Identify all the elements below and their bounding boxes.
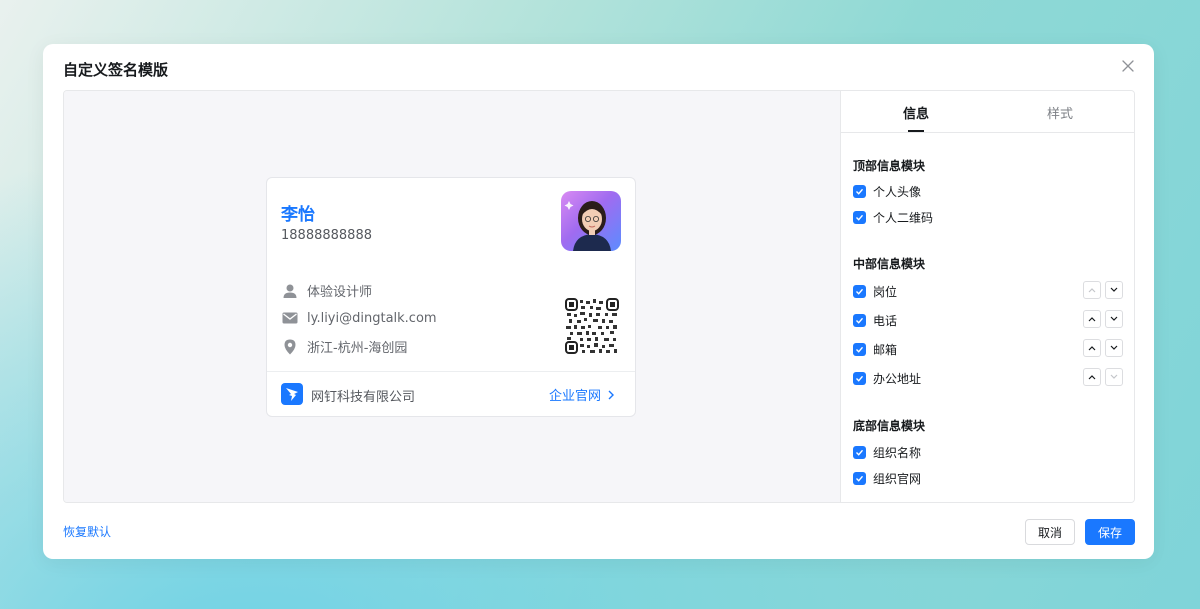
person-icon <box>283 284 297 298</box>
option-phone[interactable]: 电话 <box>853 312 897 329</box>
dialog-title: 自定义签名模版 <box>63 61 169 79</box>
signature-card: 李怡 18888888888 体验设计师 ly.liyi@dingtalk.co… <box>266 177 636 417</box>
card-position: 体验设计师 <box>307 285 373 300</box>
section-title-bottom: 底部信息模块 <box>853 419 926 433</box>
checkbox-email[interactable] <box>853 343 866 356</box>
option-label: 岗位 <box>873 285 898 299</box>
signature-template-dialog: 自定义签名模版 李怡 18888888888 体验设计师 ly.liyi@din… <box>43 44 1154 559</box>
move-down-button[interactable] <box>1105 310 1123 328</box>
mail-icon <box>282 312 298 324</box>
option-qrcode[interactable]: 个人二维码 <box>853 209 933 226</box>
move-down-button[interactable] <box>1105 281 1123 299</box>
reorder-address <box>1079 368 1123 386</box>
checkbox-org-website[interactable] <box>853 472 866 485</box>
option-label: 组织官网 <box>873 472 922 486</box>
qr-code-icon <box>565 298 619 354</box>
section-title-top: 顶部信息模块 <box>853 159 926 173</box>
option-position[interactable]: 岗位 <box>853 283 897 300</box>
move-up-button[interactable] <box>1083 339 1101 357</box>
reorder-phone <box>1079 310 1123 328</box>
card-address-row: 浙江-杭州-海创园 <box>281 337 407 356</box>
tab-indicator <box>908 130 924 132</box>
card-position-row: 体验设计师 <box>281 281 372 300</box>
move-up-button[interactable] <box>1083 310 1101 328</box>
card-phone: 18888888888 <box>281 228 372 243</box>
card-email-row: ly.liyi@dingtalk.com <box>281 309 437 327</box>
checkbox-qrcode[interactable] <box>853 211 866 224</box>
tab-info[interactable]: 信息 <box>903 103 929 122</box>
option-org-name[interactable]: 组织名称 <box>853 444 921 461</box>
cancel-button[interactable]: 取消 <box>1025 519 1075 545</box>
card-name: 李怡 <box>281 205 315 225</box>
move-up-button[interactable] <box>1083 281 1101 299</box>
move-up-button[interactable] <box>1083 368 1101 386</box>
option-email[interactable]: 邮箱 <box>853 341 897 358</box>
website-link-label: 企业官网 <box>548 389 601 404</box>
location-pin-icon <box>284 339 296 354</box>
checkbox-address[interactable] <box>853 372 866 385</box>
option-label: 邮箱 <box>873 343 898 357</box>
checkbox-position[interactable] <box>853 285 866 298</box>
close-icon[interactable] <box>1120 58 1136 74</box>
card-email: ly.liyi@dingtalk.com <box>307 310 437 326</box>
option-avatar[interactable]: 个人头像 <box>853 183 921 200</box>
website-link[interactable]: 企业官网 <box>549 385 615 404</box>
settings-panel: 信息 样式 顶部信息模块 个人头像 个人二维码 中部信息模块 岗位 电话 邮箱 … <box>840 91 1134 502</box>
checkbox-org-name[interactable] <box>853 446 866 459</box>
reorder-email <box>1079 339 1123 357</box>
option-label: 电话 <box>873 314 898 328</box>
option-label: 个人二维码 <box>873 211 934 225</box>
option-label: 组织名称 <box>873 446 922 460</box>
save-button[interactable]: 保存 <box>1085 519 1135 545</box>
checkbox-phone[interactable] <box>853 314 866 327</box>
restore-default-link[interactable]: 恢复默认 <box>63 523 111 540</box>
section-title-middle: 中部信息模块 <box>853 257 926 271</box>
reorder-position <box>1079 281 1123 299</box>
card-address: 浙江-杭州-海创园 <box>307 341 408 356</box>
card-divider <box>267 371 635 372</box>
dingtalk-logo-icon <box>281 383 303 405</box>
chevron-right-icon <box>608 390 614 399</box>
card-org-name: 网钉科技有限公司 <box>311 390 416 405</box>
option-address[interactable]: 办公地址 <box>853 370 921 387</box>
move-down-button[interactable] <box>1105 368 1123 386</box>
option-label: 个人头像 <box>873 185 922 199</box>
panel-tabs: 信息 样式 <box>841 91 1134 133</box>
option-org-website[interactable]: 组织官网 <box>853 470 921 487</box>
tab-style[interactable]: 样式 <box>1047 103 1073 122</box>
dialog-body: 李怡 18888888888 体验设计师 ly.liyi@dingtalk.co… <box>63 90 1135 503</box>
signature-preview-area: 李怡 18888888888 体验设计师 ly.liyi@dingtalk.co… <box>64 91 840 502</box>
checkbox-avatar[interactable] <box>853 185 866 198</box>
move-down-button[interactable] <box>1105 339 1123 357</box>
option-label: 办公地址 <box>873 372 922 386</box>
avatar <box>561 191 621 251</box>
